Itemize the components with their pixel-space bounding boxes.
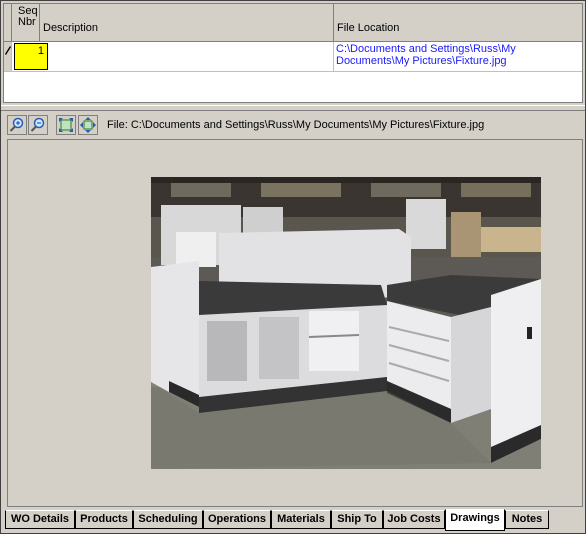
tab-label: WO Details — [10, 513, 70, 525]
tab-ship-to[interactable]: Ship To — [331, 510, 383, 529]
drawings-grid: Seq Nbr Description File Location 1 C:\D… — [3, 3, 583, 103]
tab-notes[interactable]: Notes — [505, 510, 549, 529]
zoom-in-icon — [9, 117, 24, 132]
seq-nbr-cell[interactable]: 1 — [14, 43, 48, 70]
actual-size-button[interactable] — [78, 115, 98, 135]
seq-nbr-value: 1 — [37, 45, 44, 57]
zoom-in-button[interactable] — [7, 115, 27, 135]
tab-scheduling[interactable]: Scheduling — [133, 510, 203, 529]
tab-label: Notes — [511, 513, 543, 525]
file-location-header-label: File Location — [337, 22, 400, 34]
tab-materials[interactable]: Materials — [271, 510, 331, 529]
drawings-window: Seq Nbr Description File Location 1 C:\D… — [0, 0, 586, 534]
tab-label: Drawings — [450, 512, 500, 524]
fit-to-window-button[interactable] — [56, 115, 76, 135]
tab-label: Materials — [277, 513, 325, 525]
row-indicator-header — [4, 4, 12, 42]
tab-label: Scheduling — [138, 513, 198, 525]
seq-nbr-header[interactable]: Seq Nbr — [12, 4, 40, 42]
fit-icon — [59, 118, 73, 132]
tab-products[interactable]: Products — [75, 510, 133, 529]
zoom-out-icon — [30, 117, 45, 132]
tab-label: Ship To — [337, 513, 377, 525]
description-cell[interactable] — [48, 42, 334, 71]
row-edit-indicator — [4, 42, 12, 71]
tab-wo-details[interactable]: WO Details — [5, 510, 75, 529]
table-row[interactable]: 1 C:\Documents and Settings\Russ\My Docu… — [4, 42, 582, 72]
panel-splitter[interactable] — [1, 105, 585, 111]
file-location-header[interactable]: File Location — [334, 4, 582, 42]
tab-label: Operations — [207, 513, 267, 525]
tab-operations[interactable]: Operations — [203, 510, 271, 529]
tab-job-costs[interactable]: Job Costs — [383, 510, 445, 529]
zoom-out-button[interactable] — [28, 115, 48, 135]
description-header-label: Description — [43, 22, 99, 34]
pencil-icon — [5, 46, 11, 55]
tab-label: Job Costs — [387, 513, 441, 525]
file-location-link[interactable]: C:\Documents and Settings\Russ\My Docume… — [336, 43, 516, 67]
file-path-label: File: C:\Documents and Settings\Russ\My … — [107, 119, 485, 131]
tab-label: Products — [80, 513, 128, 525]
fixture-photo — [151, 177, 541, 469]
file-location-cell[interactable]: C:\Documents and Settings\Russ\My Docume… — [334, 42, 582, 71]
description-header[interactable]: Description — [40, 4, 334, 42]
fixture-photo-image — [151, 177, 541, 469]
tab-drawings[interactable]: Drawings — [445, 509, 505, 531]
actual-size-icon — [80, 117, 96, 133]
seq-nbr-header-label: Seq Nbr — [18, 5, 38, 28]
